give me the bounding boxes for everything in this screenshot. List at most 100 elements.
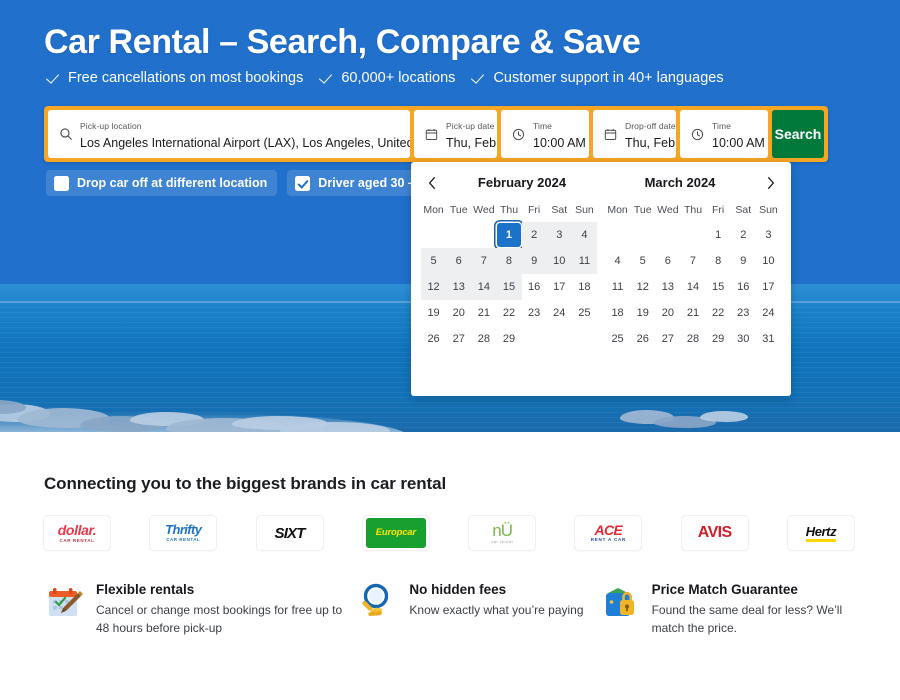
pickup-time-label: Time — [533, 121, 552, 131]
calendar-day-10[interactable]: 10 — [546, 248, 572, 274]
calendar-day-16[interactable]: 16 — [522, 274, 547, 300]
calendar-day-20[interactable]: 20 — [446, 300, 471, 326]
brand-logo-europcar[interactable]: Europcar — [362, 516, 429, 550]
usp-label: Customer support in 40+ languages — [493, 70, 724, 86]
calendar-day-number: 10 — [553, 255, 566, 267]
calendar-day-29[interactable]: 29 — [496, 326, 521, 352]
calendar-day-7[interactable]: 7 — [471, 248, 497, 274]
calendar-day-number: 7 — [689, 255, 697, 267]
calendar-day-7[interactable]: 7 — [680, 248, 705, 274]
chevron-right-icon[interactable] — [759, 172, 781, 194]
calendar-day-9[interactable]: 9 — [521, 248, 547, 274]
brand-logo-ace[interactable]: ACE RENT A CAR — [575, 516, 642, 550]
calendar-day-2[interactable]: 2 — [731, 222, 756, 248]
pickup-location-field[interactable]: Pick-up location Los Angeles Internation… — [48, 110, 410, 158]
calendar-day-5[interactable]: 5 — [421, 248, 447, 274]
calendar-day-27[interactable]: 27 — [655, 326, 680, 352]
calendar-day-11[interactable]: 11 — [571, 248, 597, 274]
calendar-day-28[interactable]: 28 — [680, 326, 705, 352]
calendar-day-empty — [680, 222, 705, 248]
calendar-day-26[interactable]: 26 — [630, 326, 655, 352]
calendar-day-10[interactable]: 10 — [756, 248, 781, 274]
calendar-day-18[interactable]: 18 — [605, 300, 630, 326]
calendar-day-15[interactable]: 15 — [706, 274, 731, 300]
calendar-day-13[interactable]: 13 — [446, 274, 472, 300]
calendar-day-number: 26 — [427, 333, 440, 345]
calendar-day-number: 20 — [661, 307, 674, 319]
calendar-day-4[interactable]: 4 — [605, 248, 630, 274]
calendar-day-8[interactable]: 8 — [496, 248, 522, 274]
calendar-day-number: 25 — [578, 307, 591, 319]
calendar-day-31[interactable]: 31 — [756, 326, 781, 352]
calendar-day-28[interactable]: 28 — [471, 326, 496, 352]
calendar-day-5[interactable]: 5 — [630, 248, 655, 274]
calendar-day-number: 15 — [712, 281, 725, 293]
calendar-day-30[interactable]: 30 — [731, 326, 756, 352]
calendar-day-12[interactable]: 12 — [421, 274, 447, 300]
calendar-day-number: 26 — [636, 333, 649, 345]
calendar-day-19[interactable]: 19 — [421, 300, 446, 326]
calendar-day-number: 27 — [661, 333, 674, 345]
calendar-day-26[interactable]: 26 — [421, 326, 446, 352]
calendar-day-13[interactable]: 13 — [655, 274, 680, 300]
calendar-dow-sun: Sun — [759, 204, 778, 216]
brand-logo-avis[interactable]: AVIS — [681, 516, 748, 550]
checkbox-unchecked-icon[interactable] — [54, 175, 69, 191]
different-dropoff-toggle[interactable]: Drop car off at different location — [46, 170, 278, 196]
calendar-month-grid-february[interactable]: Mon Tue Wed Thu Fri Sat Sun 1 2 3 4 5 6 7 8 9 10 11 12 13 14… — [421, 200, 597, 352]
calendar-day-20[interactable]: 20 — [655, 300, 680, 326]
calendar-day-23[interactable]: 23 — [522, 300, 547, 326]
calendar-day-23[interactable]: 23 — [731, 300, 756, 326]
calendar-week-row: 4 5 6 7 8 9 10 — [605, 248, 781, 274]
calendar-day-17[interactable]: 17 — [547, 274, 572, 300]
calendar-day-29[interactable]: 29 — [706, 326, 731, 352]
dropoff-time-field[interactable]: Time 10:00 AM — [680, 110, 768, 158]
search-bar: Pick-up location Los Angeles Internation… — [44, 106, 828, 162]
calendar-day-6[interactable]: 6 — [446, 248, 472, 274]
brand-text-avis: AVIS — [697, 524, 732, 541]
calendar-day-number: 4 — [614, 255, 621, 267]
calendar-day-14[interactable]: 14 — [471, 274, 497, 300]
calendar-day-3[interactable]: 3 — [756, 222, 781, 248]
usp-item: Customer support in 40+ languages — [473, 70, 723, 86]
dropoff-date-field[interactable]: Drop-off date Thu, Feb 1 — [593, 110, 676, 158]
calendar-day-15[interactable]: 15 — [496, 274, 522, 300]
calendar-day-8[interactable]: 8 — [706, 248, 731, 274]
brand-text-dollar: dollar. — [57, 521, 97, 538]
calendar-day-18[interactable]: 18 — [572, 274, 597, 300]
calendar-day-24[interactable]: 24 — [547, 300, 572, 326]
calendar-day-12[interactable]: 12 — [630, 274, 655, 300]
calendar-day-22[interactable]: 22 — [706, 300, 731, 326]
calendar-day-22[interactable]: 22 — [496, 300, 521, 326]
brand-logo-thrifty[interactable]: Thrifty CAR RENTAL — [150, 516, 217, 550]
calendar-day-9[interactable]: 9 — [731, 248, 756, 274]
pickup-time-field[interactable]: Time 10:00 AM — [501, 110, 589, 158]
calendar-day-25[interactable]: 25 — [605, 326, 630, 352]
brand-sub-nu: car rental — [491, 538, 513, 544]
calendar-day-24[interactable]: 24 — [756, 300, 781, 326]
chevron-left-icon[interactable] — [421, 172, 443, 194]
brand-logo-hertz[interactable]: Hertz — [787, 516, 854, 550]
calendar-day-16[interactable]: 16 — [731, 274, 756, 300]
calendar-day-19[interactable]: 19 — [630, 300, 655, 326]
checkbox-checked-icon[interactable] — [295, 175, 311, 191]
brand-logo-dollar[interactable]: dollar. CAR RENTAL — [44, 516, 110, 550]
calendar-day-6[interactable]: 6 — [655, 248, 680, 274]
calendar-day-21[interactable]: 21 — [680, 300, 705, 326]
calendar-day-27[interactable]: 27 — [446, 326, 471, 352]
brand-logo-nu[interactable]: nÜ car rental — [469, 516, 536, 550]
calendar-day-2[interactable]: 2 — [521, 222, 547, 248]
search-button[interactable]: Search — [772, 110, 824, 158]
calendar-day-1[interactable]: 1 — [496, 222, 522, 248]
brand-logo-sixt[interactable]: SIXT — [256, 516, 323, 550]
calendar-month-grid-march[interactable]: Mon Tue Wed Thu Fri Sat Sun 1 2 3 4 5 6 7 8 9 10 11 12 13 14… — [605, 200, 781, 352]
calendar-day-21[interactable]: 21 — [471, 300, 496, 326]
calendar-day-11[interactable]: 11 — [605, 274, 630, 300]
pickup-date-field[interactable]: Pick-up date Thu, Feb 1 — [414, 110, 497, 158]
calendar-day-1[interactable]: 1 — [706, 222, 731, 248]
calendar-day-4[interactable]: 4 — [571, 222, 597, 248]
calendar-day-3[interactable]: 3 — [546, 222, 572, 248]
calendar-day-14[interactable]: 14 — [680, 274, 705, 300]
calendar-day-25[interactable]: 25 — [572, 300, 597, 326]
calendar-day-17[interactable]: 17 — [756, 274, 781, 300]
